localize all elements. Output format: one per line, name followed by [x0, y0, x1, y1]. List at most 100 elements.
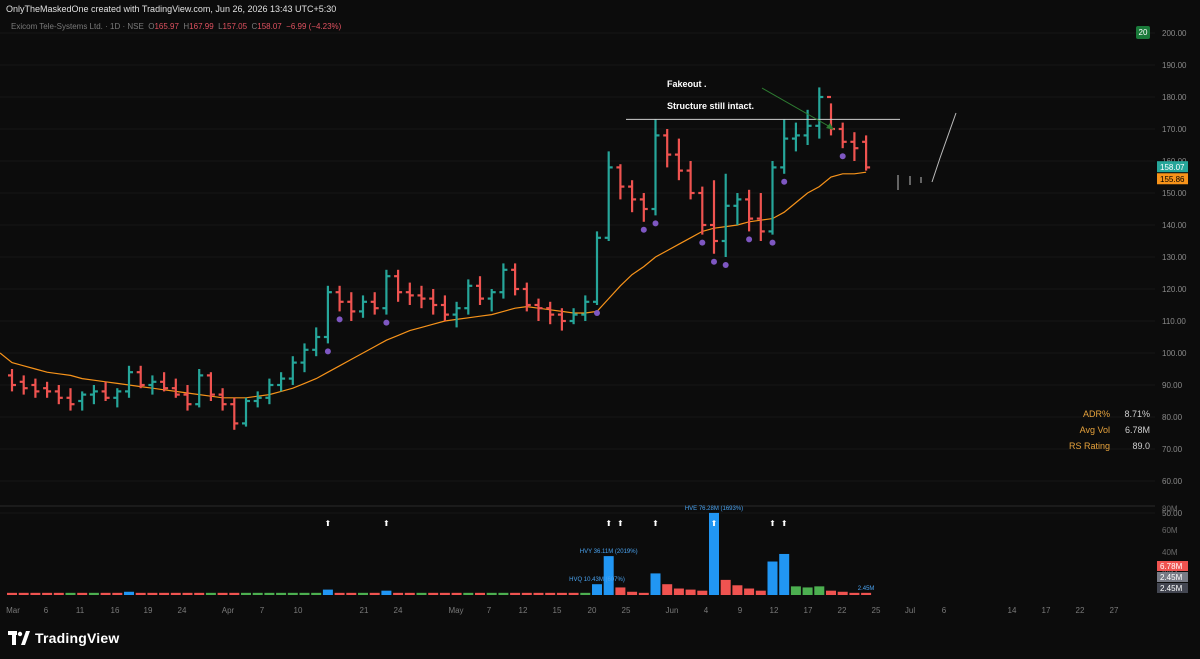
stats-table: ADR% 8.71% Avg Vol 6.78M RS Rating 89.0 — [1040, 406, 1150, 454]
volume-bar — [53, 592, 64, 595]
pivot-dot — [594, 310, 600, 316]
price-tick-label: 150.00 — [1162, 189, 1187, 198]
volume-bar — [42, 592, 53, 595]
time-tick-label: 17 — [1042, 606, 1051, 615]
volume-bar — [217, 592, 228, 595]
price-tick-label: 130.00 — [1162, 253, 1187, 262]
volume-bar — [322, 589, 333, 595]
volume-bar — [826, 590, 836, 595]
volume-annotation: HVE 76.28M (1693%) — [685, 506, 743, 512]
pivot-dot — [722, 262, 729, 268]
time-tick-label: 20 — [588, 606, 597, 615]
volume-badge-label: 2.45M — [1160, 573, 1183, 582]
volume-bar — [592, 584, 602, 595]
stat-label: ADR% — [1082, 409, 1110, 419]
tradingview-logo-icon — [8, 631, 30, 645]
high-value: 167.99 — [189, 22, 214, 31]
pivot-dot — [746, 236, 753, 243]
volume-arrow-marker: ⬆ — [711, 519, 718, 528]
volume-bar — [732, 585, 743, 595]
price-tick-label: 80.00 — [1162, 413, 1183, 422]
volume-bar — [334, 592, 345, 595]
time-tick-label: 25 — [872, 606, 881, 615]
volume-bar — [510, 592, 521, 595]
pivot-dot — [640, 226, 647, 233]
pivot-dot — [324, 348, 331, 355]
volume-badge-label: 2.45M — [1160, 584, 1183, 593]
volume-bar — [135, 592, 146, 595]
volume-bar — [30, 592, 41, 595]
volume-arrow-marker: ⬆ — [769, 519, 776, 528]
volume-arrow-marker: ⬆ — [617, 519, 624, 528]
volume-bar — [358, 592, 368, 595]
pivot-dot — [383, 319, 390, 326]
volume-bar — [276, 592, 287, 595]
volume-bar — [697, 590, 708, 595]
volume-bar — [229, 592, 240, 595]
change-value: −6.99 (−4.23%) — [286, 22, 342, 31]
time-tick-label: May — [448, 606, 463, 615]
time-tick-label: 4 — [704, 606, 709, 615]
price-tick-label: 60.00 — [1162, 477, 1183, 486]
price-tick-label: 140.00 — [1162, 221, 1187, 230]
volume-arrow-marker: ⬆ — [383, 519, 390, 528]
stat-value: 89.0 — [1132, 441, 1150, 451]
volume-tick-label: 40M — [1162, 548, 1178, 557]
time-tick-label: Mar — [6, 606, 20, 615]
time-tick-label: 25 — [622, 606, 631, 615]
tradingview-logo[interactable]: TradingView — [8, 630, 119, 646]
last-price-label: 158.07 — [1160, 163, 1185, 172]
volume-badge-label: 6.78M — [1160, 562, 1183, 571]
volume-bar — [147, 592, 158, 595]
volume-annotation: HVY 36.11M (2019%) — [580, 549, 638, 555]
volume-bar — [124, 591, 134, 595]
volume-bar — [837, 591, 848, 595]
volume-bar — [627, 591, 638, 595]
volume-bar — [451, 592, 462, 595]
volume-bar — [685, 589, 696, 595]
time-tick-label: 12 — [770, 606, 779, 615]
pivot-dot — [336, 316, 343, 323]
time-tick-label: 7 — [487, 606, 492, 615]
price-chart[interactable]: HVQ 10.43M (607%) HVY 36.11M (2019%) HVE 7… — [0, 0, 1200, 659]
volume-bar — [603, 556, 614, 595]
volume-bar — [673, 588, 684, 595]
chart-background — [0, 0, 1200, 659]
stat-value: 8.71% — [1124, 409, 1150, 419]
volume-bar — [533, 592, 544, 595]
volume-bar — [545, 592, 556, 595]
volume-bar — [580, 592, 591, 595]
volume-bar — [779, 553, 790, 595]
volume-bar — [346, 592, 357, 595]
time-tick-label: 16 — [111, 606, 120, 615]
volume-arrow-marker: ⬆ — [781, 519, 788, 528]
volume-bar — [170, 592, 181, 595]
time-tick-label: 6 — [942, 606, 947, 615]
time-tick-label: 9 — [738, 606, 743, 615]
stat-adr: ADR% 8.71% — [1040, 406, 1150, 422]
pivot-dot — [839, 153, 846, 160]
volume-tick-label: 80M — [1162, 505, 1178, 514]
volume-arrow-marker: ⬆ — [652, 519, 659, 528]
volume-bar — [568, 592, 579, 595]
volume-bar — [720, 579, 731, 595]
volume-bar — [287, 592, 298, 595]
volume-bar — [194, 592, 205, 595]
price-tick-label: 190.00 — [1162, 61, 1187, 70]
time-tick-label: 6 — [44, 606, 49, 615]
volume-bar — [638, 592, 649, 595]
indicator-badge[interactable]: 20 — [1136, 26, 1150, 39]
pivot-dot — [781, 178, 788, 185]
time-tick-label: 7 — [260, 606, 265, 615]
pivot-dot — [652, 220, 659, 227]
volume-bar — [486, 592, 497, 595]
symbol-legend: Exicom Tele-Systems Ltd. · 1D · NSE O165… — [11, 22, 341, 31]
stat-label: Avg Vol — [1079, 425, 1110, 435]
volume-annotation: 2.45M — [858, 586, 875, 592]
volume-bar — [755, 590, 766, 595]
price-tick-label: 170.00 — [1162, 125, 1187, 134]
time-tick-label: 12 — [519, 606, 528, 615]
low-value: 157.05 — [222, 22, 248, 31]
volume-bar — [475, 592, 485, 595]
price-tick-label: 100.00 — [1162, 349, 1187, 358]
